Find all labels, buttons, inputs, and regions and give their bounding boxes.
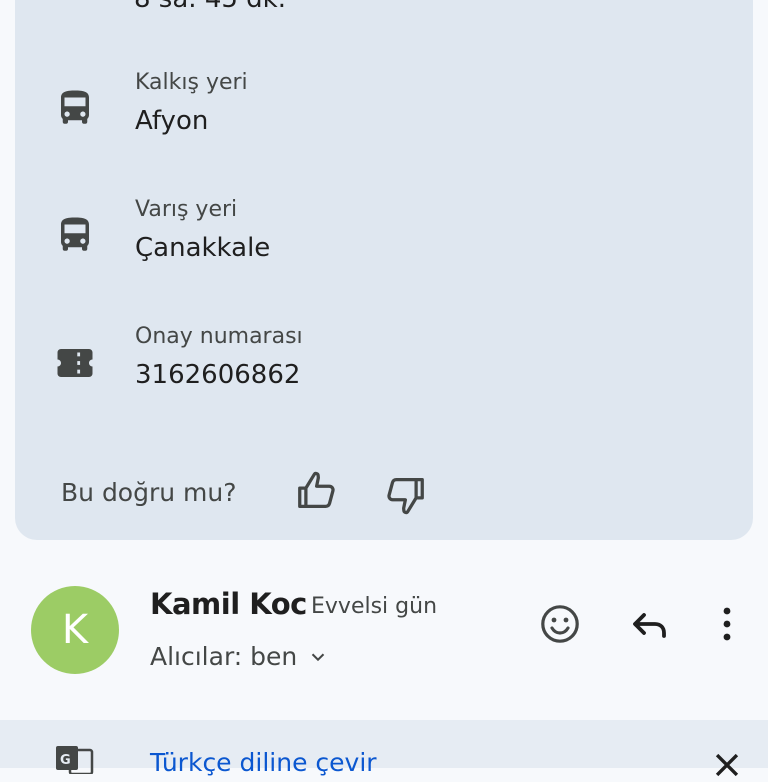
arrival-row: Varış yeri Çanakkale bbox=[0, 197, 768, 297]
bus-icon bbox=[54, 214, 96, 256]
svg-text:G: G bbox=[60, 753, 71, 768]
thumbs-up-icon[interactable] bbox=[294, 468, 340, 514]
more-vert-icon[interactable] bbox=[703, 600, 751, 648]
reply-icon[interactable] bbox=[625, 600, 673, 648]
confirmation-label: Onay numarası bbox=[135, 324, 303, 349]
thumbs-down-icon[interactable] bbox=[382, 472, 428, 518]
departure-label: Kalkış yeri bbox=[135, 70, 248, 95]
sender-name: Kamil Koc bbox=[150, 587, 307, 621]
chevron-down-icon bbox=[307, 646, 329, 668]
trip-duration-text: 8 sa. 45 dk. bbox=[134, 0, 286, 14]
departure-row: Kalkış yeri Afyon bbox=[0, 70, 768, 170]
translate-link[interactable]: Türkçe diline çevir bbox=[150, 748, 377, 777]
recipients-toggle[interactable]: Alıcılar: ben bbox=[150, 642, 329, 671]
emoji-react-icon[interactable] bbox=[536, 600, 584, 648]
feedback-question: Bu doğru mu? bbox=[61, 478, 237, 507]
avatar-letter: K bbox=[61, 607, 89, 653]
bus-icon bbox=[54, 87, 96, 129]
ticket-icon bbox=[54, 342, 96, 384]
translate-icon: G bbox=[54, 744, 96, 774]
confirmation-row: Onay numarası 3162606862 bbox=[0, 324, 768, 424]
close-icon[interactable] bbox=[710, 748, 744, 782]
translate-bar bbox=[0, 720, 768, 768]
message-time: Evvelsi gün bbox=[311, 594, 438, 619]
confirmation-value: 3162606862 bbox=[135, 360, 301, 390]
recipients-label: Alıcılar: ben bbox=[150, 642, 298, 671]
arrival-label: Varış yeri bbox=[135, 197, 238, 222]
avatar[interactable]: K bbox=[31, 586, 119, 674]
departure-value: Afyon bbox=[135, 106, 209, 136]
arrival-value: Çanakkale bbox=[135, 233, 271, 263]
